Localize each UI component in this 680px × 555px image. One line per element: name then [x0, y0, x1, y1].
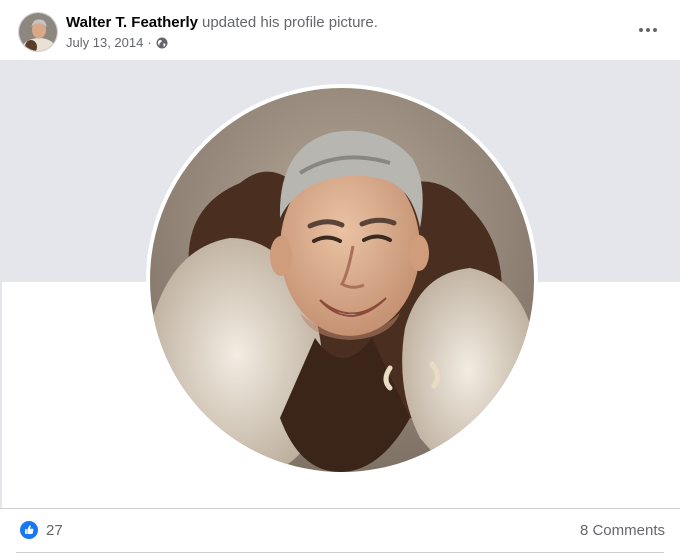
avatar-image [19, 13, 57, 51]
footer-divider [16, 552, 664, 553]
more-horizontal-icon [639, 28, 657, 32]
comments-link[interactable]: 8 Comments [580, 522, 665, 539]
profile-picture [150, 88, 534, 472]
post-meta: July 13, 2014 · [66, 35, 168, 50]
author-line: Walter T. Featherly updated his profile p… [66, 14, 378, 31]
reactions-summary[interactable]: 27 [20, 521, 63, 539]
author-avatar[interactable] [18, 12, 58, 52]
more-options-button[interactable] [634, 16, 662, 44]
post-footer: 27 8 Comments [0, 508, 680, 555]
meta-separator: · [147, 35, 152, 50]
post-action-text: updated his profile picture. [201, 14, 378, 31]
like-icon [20, 521, 38, 539]
post-date[interactable]: July 13, 2014 [66, 35, 143, 50]
post-media[interactable] [0, 60, 680, 508]
like-count: 27 [46, 521, 63, 539]
globe-icon[interactable] [156, 37, 168, 49]
author-name[interactable]: Walter T. Featherly [66, 14, 198, 31]
post-header: Walter T. Featherly updated his profile p… [0, 0, 680, 60]
media-edge [0, 282, 2, 508]
profile-picture-frame[interactable] [146, 84, 538, 476]
